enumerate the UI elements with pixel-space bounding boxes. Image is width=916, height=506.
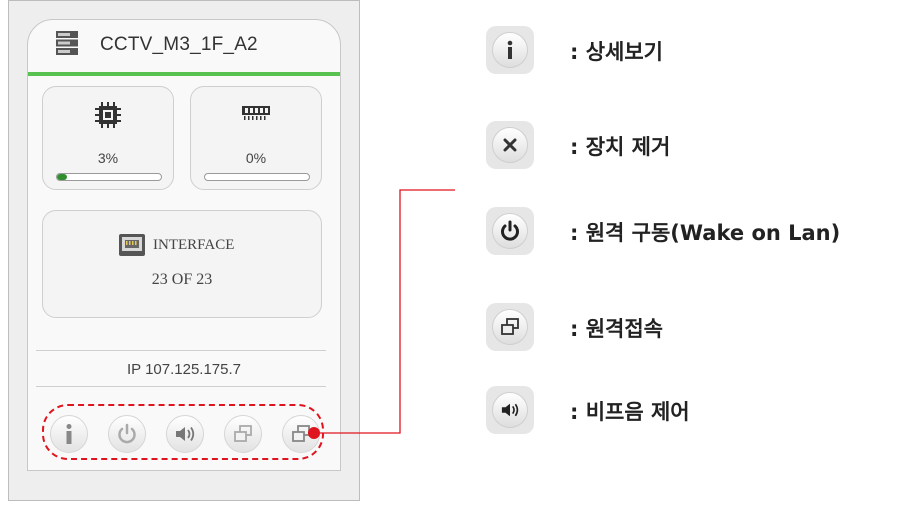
legend-label: : 원격접속 (570, 317, 663, 341)
legend-label: : 상세보기 (570, 40, 663, 64)
close-icon (503, 138, 517, 152)
legend-button (486, 303, 534, 351)
legend-button (486, 386, 534, 434)
legend-button (486, 26, 534, 74)
legend-label: : 장치 제거 (570, 135, 671, 159)
callout-line (320, 189, 455, 434)
legend-label: : 비프음 제어 (570, 400, 690, 424)
legend-label: : 원격 구동(Wake on Lan) (570, 221, 841, 245)
legend-button (486, 207, 534, 255)
remote-connect-icon (501, 318, 519, 335)
info-icon (507, 40, 513, 59)
speaker-icon (501, 403, 519, 417)
legend-button (486, 121, 534, 169)
power-icon (501, 220, 519, 241)
